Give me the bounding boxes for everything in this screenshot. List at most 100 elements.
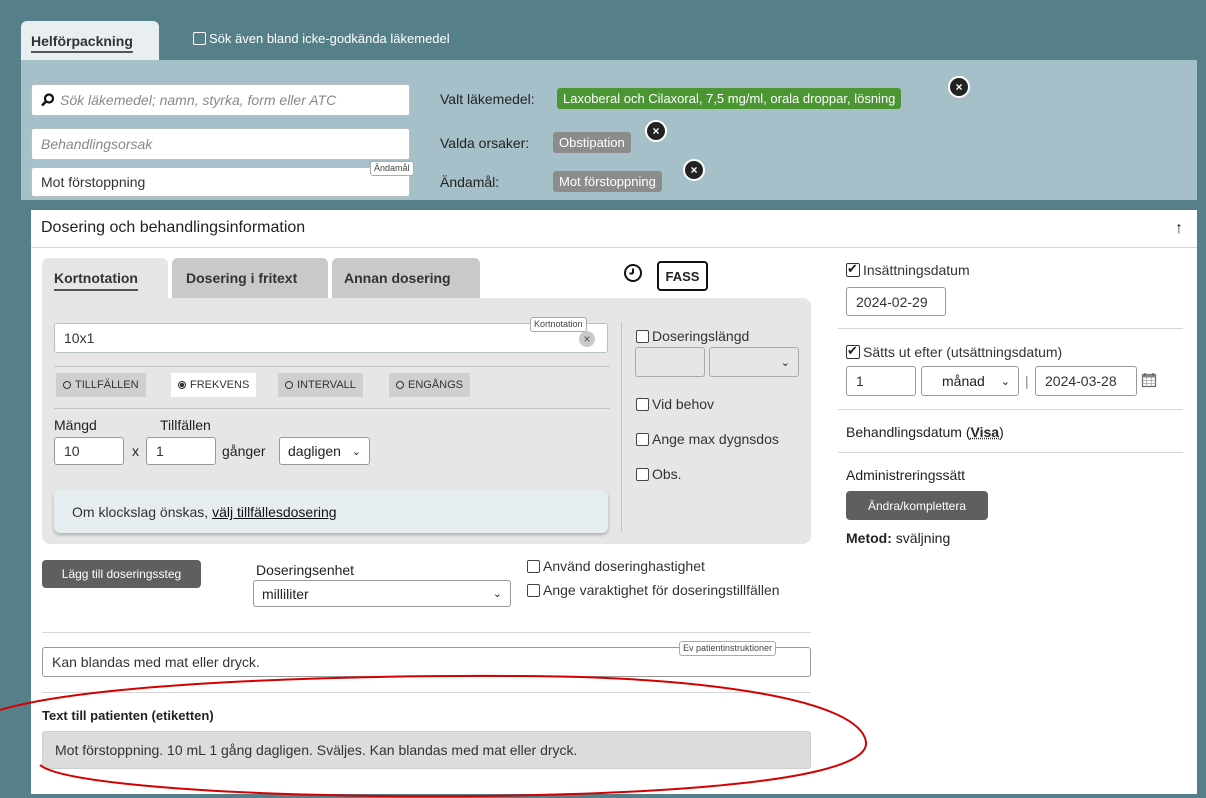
max-dygnsdos-label: Ange max dygnsdos — [652, 431, 779, 447]
valj-tillfallesdosering-link[interactable]: välj tillfällesdosering — [212, 504, 337, 520]
radio-icon — [285, 381, 293, 389]
tillfallen-label: Tillfällen — [160, 417, 211, 433]
metod-label: Metod: — [846, 530, 892, 546]
kortnotation-input[interactable]: 10x1 — [54, 323, 608, 353]
divider — [838, 328, 1183, 329]
doseringsenhet-value: milliliter — [262, 585, 309, 602]
insattningsdatum-label: Insättningsdatum — [863, 262, 970, 278]
collapse-icon[interactable]: ↑ — [1175, 220, 1183, 238]
divider — [54, 408, 610, 409]
tab-helforpackning-label: Helförpackning — [31, 33, 133, 53]
radio-frekvens[interactable]: FREKVENS — [171, 373, 257, 397]
panel-title: Dosering och behandlingsinformation — [41, 219, 306, 236]
divider — [42, 692, 811, 693]
remove-reason-button[interactable]: × — [645, 120, 667, 142]
divider — [42, 632, 811, 633]
doseringslangd-checkbox[interactable]: Doseringslängd — [636, 328, 749, 344]
patientinstruktioner-tag: Ev patientinstruktioner — [679, 641, 777, 656]
checkbox-icon — [636, 397, 649, 411]
satts-ut-unit-select[interactable]: månad ⌄ — [921, 366, 1019, 396]
satts-ut-separator: | — [1025, 373, 1029, 389]
period-value: dagligen — [288, 443, 341, 459]
visa-link[interactable]: Visa — [971, 424, 1000, 440]
patientinstruktioner-value: Kan blandas med mat eller dryck. — [52, 654, 260, 670]
vid-behov-checkbox[interactable]: Vid behov — [636, 396, 714, 412]
close-icon: × — [690, 163, 698, 177]
behandlingsdatum-label: Behandlingsdatum ( — [846, 424, 971, 440]
ganger-label: gånger — [222, 443, 266, 459]
andra-komplettera-button[interactable]: Ändra/komplettera — [846, 491, 988, 520]
remove-drug-button[interactable]: × — [948, 76, 970, 98]
checkbox-checked-icon — [846, 261, 860, 277]
andamal-input[interactable]: Mot förstoppning — [31, 167, 410, 197]
metod-row: Metod: sväljning — [846, 530, 950, 546]
behandlingsorsak-placeholder: Behandlingsorsak — [41, 136, 153, 152]
satts-ut-date-input[interactable]: 2024-03-28 — [1035, 366, 1137, 396]
include-unapproved-checkbox[interactable]: Sök även bland icke-godkända läkemedel — [193, 31, 450, 46]
varaktighet-checkbox[interactable]: Ange varaktighet för doseringstillfällen — [527, 582, 780, 598]
close-icon: × — [955, 80, 963, 94]
doseringslangd-unit-select[interactable]: ⌄ — [709, 347, 799, 377]
include-unapproved-label: Sök även bland icke-godkända läkemedel — [209, 31, 450, 46]
tillfallesdosering-hint: Om klockslag önskas, välj tillfällesdose… — [54, 490, 608, 533]
metod-value: sväljning — [891, 530, 951, 546]
satts-ut-checkbox[interactable]: Sätts ut efter (utsättningsdatum) — [846, 343, 1062, 360]
obs-checkbox[interactable]: Obs. — [636, 466, 682, 482]
insattningsdatum-input[interactable]: 2024-02-29 — [846, 287, 946, 316]
tab-helforpackning[interactable]: Helförpackning — [21, 21, 159, 61]
divider — [54, 366, 610, 367]
chevron-down-icon: ⌄ — [492, 588, 502, 600]
radio-frekvens-label: FREKVENS — [190, 379, 250, 391]
fass-button[interactable]: FASS — [657, 261, 708, 291]
behandlingsdatum-row: Behandlingsdatum (Visa) — [846, 424, 1004, 440]
tab-dosering-fritext[interactable]: Dosering i fritext — [172, 258, 328, 298]
remove-andamal-button[interactable]: × — [683, 159, 705, 181]
checkbox-icon — [636, 432, 649, 446]
radio-intervall-label: INTERVALL — [297, 379, 356, 391]
tab-kortnotation-label: Kortnotation — [54, 270, 138, 291]
obs-label: Obs. — [652, 466, 682, 482]
chevron-down-icon: ⌄ — [351, 445, 361, 458]
behandlingsorsak-input[interactable]: Behandlingsorsak — [31, 128, 410, 160]
period-select[interactable]: dagligen ⌄ — [279, 437, 370, 465]
doseringslangd-input[interactable] — [635, 347, 705, 377]
divider — [838, 452, 1183, 453]
chevron-down-icon: ⌄ — [780, 356, 790, 369]
andamal-label: Ändamål: — [440, 174, 500, 190]
tab-annan-dosering[interactable]: Annan dosering — [332, 258, 480, 298]
add-dosing-step-button[interactable]: Lägg till doseringssteg — [42, 560, 201, 588]
clear-icon[interactable]: × — [579, 331, 595, 347]
vid-behov-label: Vid behov — [652, 396, 715, 412]
doseringsenhet-select[interactable]: milliliter ⌄ — [253, 580, 511, 607]
kortnotation-value: 10x1 — [64, 330, 95, 346]
drug-search-placeholder: Sök läkemedel; namn, styrka, form eller … — [60, 92, 337, 108]
doseringhastighet-checkbox[interactable]: Använd doseringhastighet — [527, 558, 705, 574]
tillfallen-input[interactable]: 1 — [146, 437, 216, 465]
kortnotation-tag: Kortnotation — [530, 317, 587, 332]
calendar-icon[interactable] — [1141, 372, 1157, 388]
radio-intervall[interactable]: INTERVALL — [278, 373, 363, 397]
radio-tillfallen-label: TILLFÄLLEN — [75, 379, 139, 391]
mangd-input[interactable]: 10 — [54, 437, 124, 465]
times-symbol: x — [132, 443, 139, 459]
andamal-tag: Ändamål — [370, 161, 414, 176]
mangd-label: Mängd — [54, 417, 97, 433]
max-dygnsdos-checkbox[interactable]: Ange max dygnsdos — [636, 431, 779, 447]
radio-engangs[interactable]: ENGÅNGS — [389, 373, 471, 397]
close-icon: × — [652, 124, 660, 138]
checkbox-icon — [527, 583, 540, 597]
drug-search-input[interactable]: Sök läkemedel; namn, styrka, form eller … — [31, 84, 410, 116]
checkbox-icon — [636, 329, 649, 343]
mangd-value: 10 — [64, 443, 80, 459]
radio-tillfallen[interactable]: TILLFÄLLEN — [56, 373, 146, 397]
administrering-label: Administreringssätt — [846, 467, 966, 483]
tab-kortnotation[interactable]: Kortnotation — [42, 258, 168, 298]
selected-drug-pill: Laxoberal och Cilaxoral, 7,5 mg/ml, oral… — [557, 88, 902, 109]
selected-reasons-label: Valda orsaker: — [440, 135, 530, 151]
search-icon — [41, 93, 55, 107]
insattningsdatum-checkbox[interactable]: Insättningsdatum — [846, 261, 970, 278]
satts-ut-number-input[interactable]: 1 — [846, 366, 916, 396]
doseringsenhet-label: Doseringsenhet — [256, 562, 355, 578]
tab-dosering-fritext-label: Dosering i fritext — [186, 270, 298, 286]
clock-icon[interactable] — [622, 262, 644, 284]
